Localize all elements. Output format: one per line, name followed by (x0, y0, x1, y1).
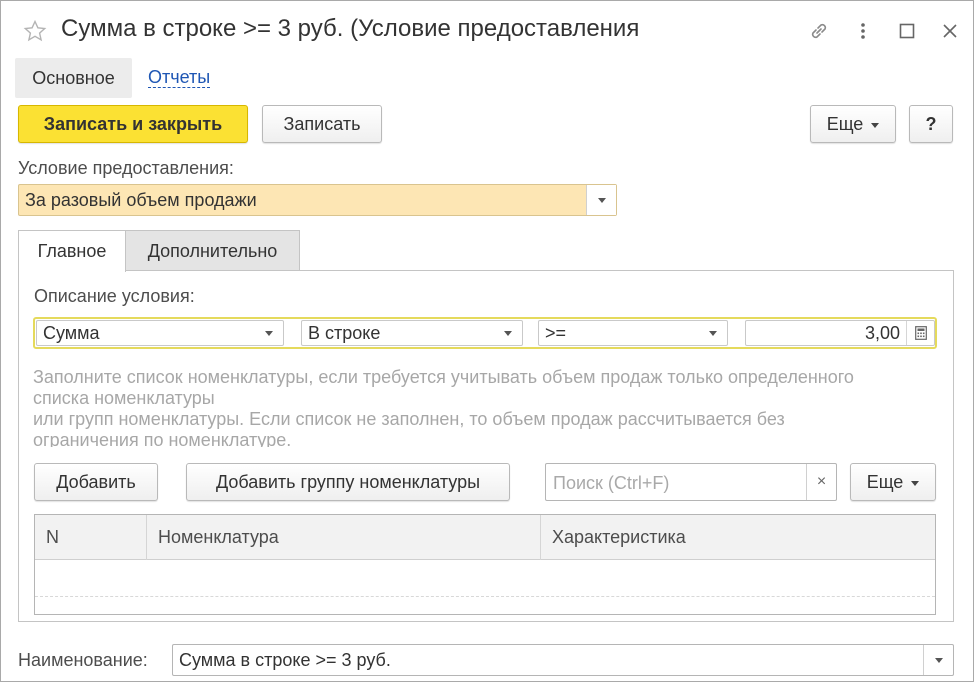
add-label: Добавить (56, 471, 136, 492)
metric-value: Сумма (43, 323, 100, 343)
condition-select[interactable]: За разовый объем продажи (18, 184, 617, 216)
save-label: Записать (283, 113, 361, 134)
name-dropdown-button[interactable] (923, 645, 953, 675)
chevron-down-icon (709, 330, 717, 336)
save-button[interactable]: Записать (262, 105, 382, 143)
list-more-button[interactable]: Еще (850, 463, 936, 501)
chevron-down-icon (934, 657, 943, 663)
hint-line-2: списка номенклатуры (33, 388, 215, 408)
add-group-label: Добавить группу номенклатуры (215, 471, 481, 492)
search-placeholder: Поиск (Ctrl+F) (553, 473, 670, 493)
comparison-value: >= (545, 323, 567, 343)
help-label: ? (925, 113, 937, 134)
condition-label: Условие предоставления: (18, 158, 234, 178)
clear-search-icon[interactable]: × (806, 464, 836, 500)
condition-dropdown-button[interactable] (586, 185, 616, 215)
column-header-n[interactable]: N (35, 515, 147, 560)
add-group-button[interactable]: Добавить группу номенклатуры (186, 463, 510, 501)
more-vertical-icon[interactable] (851, 19, 875, 43)
window-title: Сумма в строке >= 3 руб. (Условие предос… (61, 15, 640, 42)
calculator-icon[interactable] (906, 321, 934, 345)
hint-text: Заполните список номенклатуры, если треб… (33, 367, 933, 447)
more-label: Еще (826, 113, 864, 134)
close-icon[interactable] (938, 19, 962, 43)
name-label: Наименование: (18, 650, 148, 670)
scope-value: В строке (308, 323, 381, 343)
metric-dropdown-button[interactable] (255, 321, 283, 345)
name-value: Сумма в строке >= 3 руб. (179, 650, 391, 670)
tab-main[interactable]: Главное (18, 230, 126, 272)
link-icon[interactable] (807, 19, 831, 43)
scope-select[interactable]: В строке (301, 320, 523, 346)
maximize-icon[interactable] (895, 19, 919, 43)
section-tab-reports[interactable]: Отчеты (148, 67, 211, 88)
hint-line-3: или групп номенклатуры. Если список не з… (33, 409, 785, 429)
table-row[interactable] (35, 561, 935, 597)
amount-value: 3,00 (864, 323, 900, 343)
chevron-down-icon (265, 330, 273, 336)
search-input[interactable]: Поиск (Ctrl+F) × (545, 463, 837, 501)
hint-line-4: ограничения по номенклатуре. (33, 430, 292, 447)
tab-main-label: Главное (37, 241, 107, 261)
metric-select[interactable]: Сумма (36, 320, 284, 346)
description-label: Описание условия: (34, 286, 195, 306)
nomenclature-table[interactable]: N Номенклатура Характеристика (34, 514, 936, 615)
save-and-close-button[interactable]: Записать и закрыть (18, 105, 248, 143)
scope-dropdown-button[interactable] (494, 321, 522, 345)
column-header-nomenclature[interactable]: Номенклатура (147, 515, 541, 560)
tab-extra[interactable]: Дополнительно (125, 230, 300, 271)
comparison-dropdown-button[interactable] (699, 321, 727, 345)
comparison-select[interactable]: >= (538, 320, 728, 346)
star-icon[interactable] (23, 19, 47, 43)
save-and-close-label: Записать и закрыть (43, 113, 223, 134)
chevron-down-icon (597, 197, 606, 203)
chevron-down-icon (871, 122, 880, 128)
amount-input[interactable]: 3,00 (745, 320, 935, 346)
title-bar: Сумма в строке >= 3 руб. (Условие предос… (1, 1, 973, 57)
more-button[interactable]: Еще (810, 105, 896, 143)
form-window: Сумма в строке >= 3 руб. (Условие предос… (0, 0, 974, 682)
chevron-down-icon (504, 330, 512, 336)
condition-description-row: Сумма В строке >= 3,00 (33, 317, 937, 349)
name-input[interactable]: Сумма в строке >= 3 руб. (172, 644, 954, 676)
list-more-label: Еще (866, 471, 904, 492)
table-header: N Номенклатура Характеристика (35, 515, 935, 560)
help-button[interactable]: ? (909, 105, 953, 143)
column-header-characteristic[interactable]: Характеристика (541, 515, 935, 560)
hint-line-1: Заполните список номенклатуры, если треб… (33, 367, 854, 387)
chevron-down-icon (911, 480, 920, 486)
condition-value: За разовый объем продажи (25, 190, 257, 210)
tab-extra-label: Дополнительно (147, 240, 278, 261)
add-button[interactable]: Добавить (34, 463, 158, 501)
section-tab-main[interactable]: Основное (15, 58, 132, 98)
